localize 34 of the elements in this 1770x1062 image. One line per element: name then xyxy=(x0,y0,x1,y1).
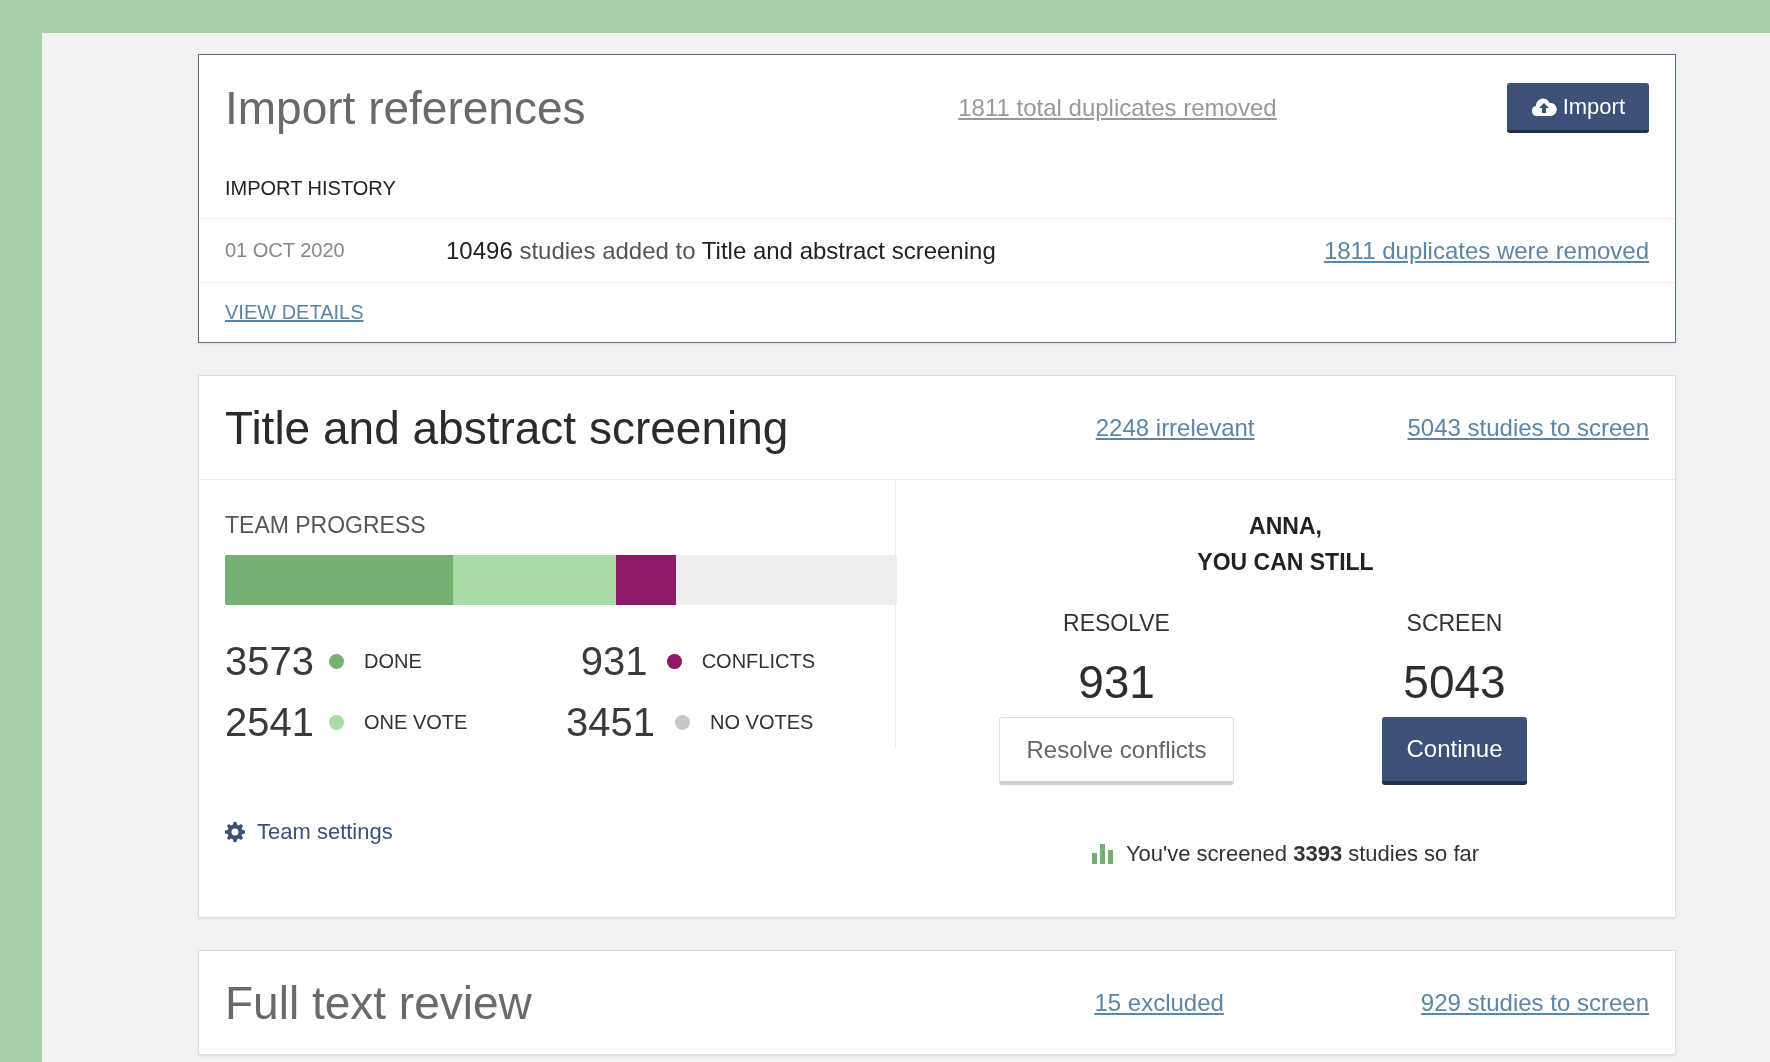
studies-to-screen-link[interactable]: 5043 studies to screen xyxy=(1407,413,1649,442)
count: 3451 xyxy=(565,700,655,745)
excluded-link[interactable]: 15 excluded xyxy=(1094,988,1224,1017)
cloud-upload-icon xyxy=(1530,96,1557,117)
card-title: Title and abstract screening xyxy=(225,400,790,455)
screened-note: You've screened 3393 studies so far xyxy=(1125,841,1480,867)
status-label: CONFLICTS xyxy=(701,650,815,673)
import-summary: 10496 studies added to Title and abstract screening xyxy=(446,236,997,265)
action-count: 931 xyxy=(1078,655,1155,709)
resolve-button[interactable]: Resolve conflicts xyxy=(999,717,1234,785)
greeting-text: ANNA, xyxy=(1248,512,1323,541)
bar-chart-icon xyxy=(1091,844,1114,864)
status-label: NO VOTES xyxy=(710,711,814,734)
section-heading: IMPORT HISTORY xyxy=(199,161,1675,219)
action-heading: SCREEN xyxy=(1406,610,1503,637)
greeting-text: YOU CAN STILL xyxy=(1197,548,1374,577)
team-settings-link[interactable]: Team settings xyxy=(225,819,393,845)
section-heading: TEAM PROGRESS xyxy=(225,512,427,539)
gear-icon xyxy=(225,822,245,842)
action-count: 5043 xyxy=(1403,655,1506,709)
duplicates-link[interactable]: 1811 duplicates were removed xyxy=(1323,236,1649,265)
studies-to-screen-link[interactable]: 929 studies to screen xyxy=(1420,988,1649,1017)
count: 931 xyxy=(579,639,648,684)
view-details-link[interactable]: VIEW DETAILS xyxy=(225,301,364,323)
card-title: Full text review xyxy=(225,975,533,1030)
status-label: DONE xyxy=(364,650,422,673)
status-label: ONE VOTE xyxy=(364,711,468,734)
continue-button[interactable]: Continue xyxy=(1382,717,1527,785)
action-heading: RESOLVE xyxy=(1063,610,1170,637)
import-button[interactable]: Import xyxy=(1506,83,1649,133)
card-title: Import references xyxy=(225,81,587,135)
import-date: 01 OCT 2020 xyxy=(225,239,346,262)
duplicates-link[interactable]: 1811 total duplicates removed xyxy=(958,94,1277,122)
irrelevant-link[interactable]: 2248 irrelevant xyxy=(1095,413,1255,442)
